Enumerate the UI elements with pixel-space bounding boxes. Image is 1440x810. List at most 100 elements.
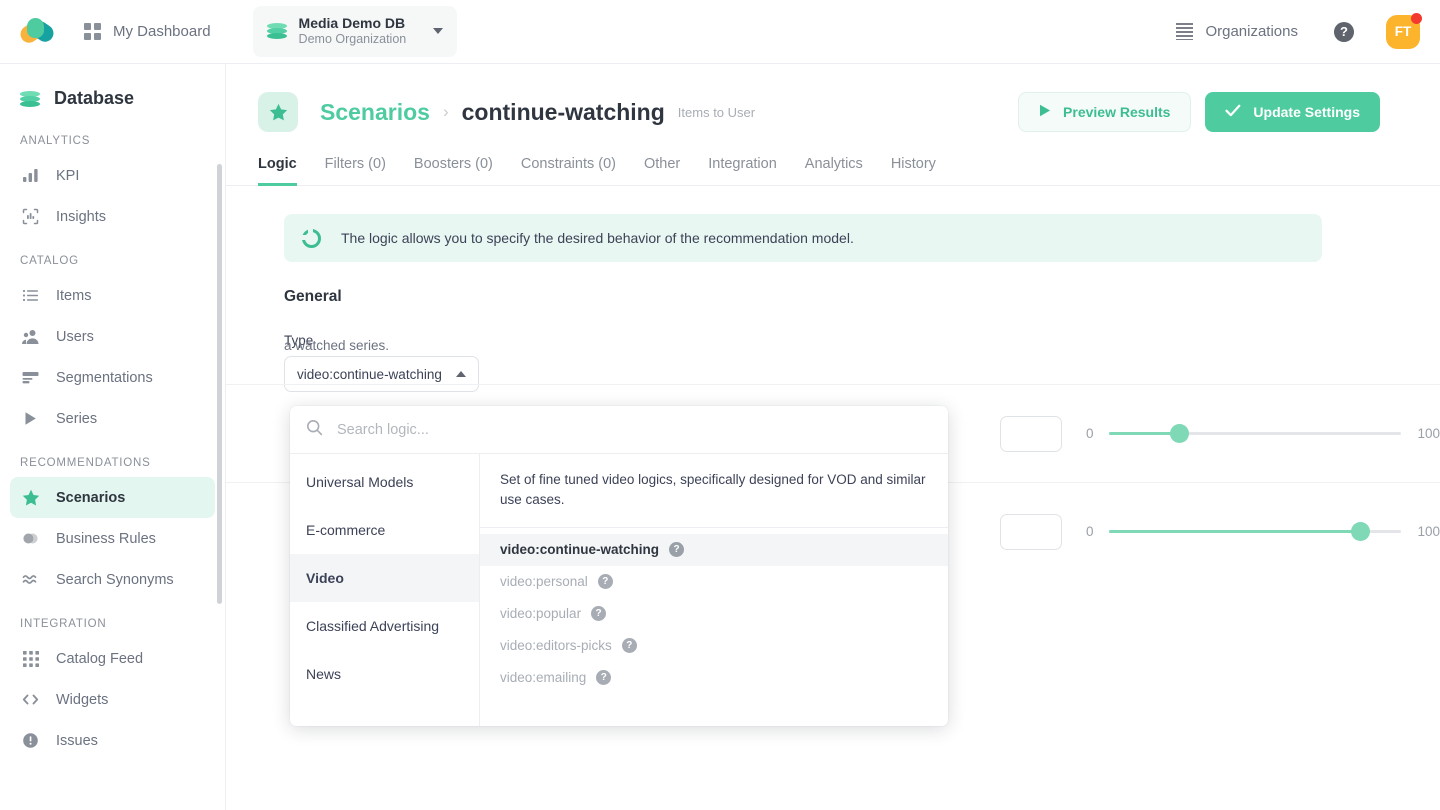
breadcrumb-separator-icon: ›: [442, 102, 449, 121]
preview-results-button[interactable]: Preview Results: [1018, 92, 1192, 132]
avatar[interactable]: FT: [1386, 12, 1422, 49]
tab-history[interactable]: History: [877, 156, 950, 185]
slider-track[interactable]: [1109, 424, 1402, 443]
sidebar-item-label: Series: [56, 410, 98, 427]
chevron-down-icon: [432, 28, 443, 35]
tab-boosters[interactable]: Boosters (0): [400, 156, 507, 185]
help-icon[interactable]: ?: [1334, 21, 1354, 42]
tab-bar: Logic Filters (0) Boosters (0) Constrain…: [226, 156, 1440, 186]
organizations-link[interactable]: Organizations: [1176, 23, 1298, 40]
tab-other[interactable]: Other: [630, 156, 694, 185]
my-dashboard-label: My Dashboard: [113, 23, 211, 40]
synonyms-icon: [21, 570, 40, 589]
update-settings-button[interactable]: Update Settings: [1205, 92, 1380, 132]
breadcrumb-scenarios-link[interactable]: Scenarios: [320, 99, 430, 126]
rules-icon: [21, 529, 40, 548]
update-settings-label: Update Settings: [1253, 104, 1360, 120]
sidebar-group-analytics: ANALYTICS: [20, 135, 91, 147]
dropdown-category-classified-advertising[interactable]: Classified Advertising: [290, 602, 479, 650]
notification-badge: [1411, 12, 1422, 24]
dropdown-category-news[interactable]: News: [290, 650, 479, 698]
sidebar-item-label: Users: [56, 328, 94, 345]
my-dashboard-link[interactable]: My Dashboard: [84, 23, 211, 40]
tab-integration[interactable]: Integration: [694, 156, 791, 185]
tab-analytics[interactable]: Analytics: [791, 156, 877, 185]
avatar-initials: FT: [1394, 24, 1412, 39]
dropdown-option-video-personal[interactable]: video:personal ?: [480, 566, 948, 598]
sidebar-item-label: Business Rules: [56, 530, 156, 547]
sidebar-database-header: Database: [0, 88, 225, 109]
dropdown-category-video[interactable]: Video: [290, 554, 479, 602]
slider-2: 0 100: [1086, 522, 1440, 541]
top-bar: My Dashboard Media Demo DB Demo Organiza…: [0, 0, 1440, 64]
database-switcher[interactable]: Media Demo DB Demo Organization: [252, 6, 457, 57]
dropdown-category-universal-models[interactable]: Universal Models: [290, 458, 479, 506]
dropdown-search-row: [290, 406, 948, 454]
dropdown-category-e-commerce[interactable]: E-commerce: [290, 506, 479, 554]
users-icon: [21, 327, 40, 346]
dropdown-option-label: video:personal: [500, 574, 588, 589]
sidebar-scrollbar[interactable]: [217, 164, 222, 604]
tab-logic[interactable]: Logic: [258, 156, 311, 186]
help-icon[interactable]: ?: [591, 606, 607, 621]
help-icon[interactable]: ?: [596, 670, 612, 685]
sidebar-item-users[interactable]: Users: [10, 316, 215, 357]
preview-results-label: Preview Results: [1063, 104, 1171, 120]
help-icon[interactable]: ?: [621, 638, 637, 653]
dropdown-option-video-editors-picks[interactable]: video:editors-picks ?: [480, 630, 948, 662]
slider-min-label: 0: [1085, 426, 1094, 441]
slider-1: 0 100: [1085, 424, 1440, 443]
slider-value-input[interactable]: [999, 513, 1062, 550]
check-icon: [1225, 104, 1241, 120]
dropdown-categories: Universal Models E-commerce Video Classi…: [290, 454, 480, 726]
section-title-general: General: [284, 288, 342, 305]
dropdown-option-video-continue-watching[interactable]: video:continue-watching ?: [480, 533, 948, 566]
dropdown-options-pane: Set of fine tuned video logics, specific…: [480, 454, 948, 726]
sidebar-group-catalog: CATALOG: [20, 255, 79, 267]
dropdown-option-video-popular[interactable]: video:popular ?: [480, 598, 948, 630]
dropdown-option-label: video:continue-watching: [500, 542, 660, 557]
star-icon: [21, 488, 40, 507]
page-header: Scenarios › continue-watching Items to U…: [226, 64, 1440, 132]
sidebar: Database ANALYTICS KPI Insights CATALOG: [0, 64, 226, 810]
sidebar-item-scenarios[interactable]: Scenarios: [10, 477, 215, 518]
alert-icon: [21, 731, 40, 750]
sidebar-item-business-rules[interactable]: Business Rules: [10, 518, 215, 559]
sidebar-item-segmentations[interactable]: Segmentations: [10, 357, 215, 398]
grid-icon: [21, 649, 40, 668]
logic-description-tail: a watched series.: [284, 338, 390, 353]
tab-constraints[interactable]: Constraints (0): [507, 156, 630, 185]
organization-name: Demo Organization: [298, 32, 407, 47]
tab-filters[interactable]: Filters (0): [311, 156, 400, 185]
lifebuoy-icon: [301, 227, 321, 248]
help-icon[interactable]: ?: [669, 542, 685, 557]
slider-value-input[interactable]: [999, 415, 1062, 452]
sidebar-item-issues[interactable]: Issues: [10, 720, 215, 761]
slider-track[interactable]: [1109, 522, 1402, 541]
sidebar-item-search-synonyms[interactable]: Search Synonyms: [10, 559, 215, 600]
sidebar-item-catalog-feed[interactable]: Catalog Feed: [10, 638, 215, 679]
search-icon: [306, 419, 323, 441]
sidebar-item-label: KPI: [56, 167, 80, 184]
sidebar-item-label: Items: [56, 287, 92, 304]
app-root: My Dashboard Media Demo DB Demo Organiza…: [0, 0, 1440, 810]
slider-thumb[interactable]: [1351, 522, 1371, 541]
dropdown-category-description: Set of fine tuned video logics, specific…: [480, 454, 948, 528]
sidebar-item-widgets[interactable]: Widgets: [10, 679, 215, 720]
sidebar-item-series[interactable]: Series: [10, 398, 215, 439]
sidebar-item-label: Scenarios: [56, 489, 126, 506]
list-icon: [21, 286, 40, 305]
search-input[interactable]: [337, 421, 932, 438]
sidebar-item-insights[interactable]: Insights: [10, 196, 215, 237]
dropdown-option-label: video:editors-picks: [500, 638, 612, 653]
chevron-up-icon: [455, 371, 466, 377]
slider-max-label: 100: [1417, 426, 1440, 441]
type-select-value: video:continue-watching: [297, 366, 442, 382]
sidebar-item-items[interactable]: Items: [10, 275, 215, 316]
slider-max-label: 100: [1417, 524, 1440, 539]
help-icon[interactable]: ?: [597, 574, 613, 589]
sidebar-item-kpi[interactable]: KPI: [10, 155, 215, 196]
recombee-logo[interactable]: [17, 13, 57, 51]
slider-thumb[interactable]: [1170, 424, 1190, 443]
dropdown-option-video-emailing[interactable]: video:emailing ?: [480, 662, 948, 694]
